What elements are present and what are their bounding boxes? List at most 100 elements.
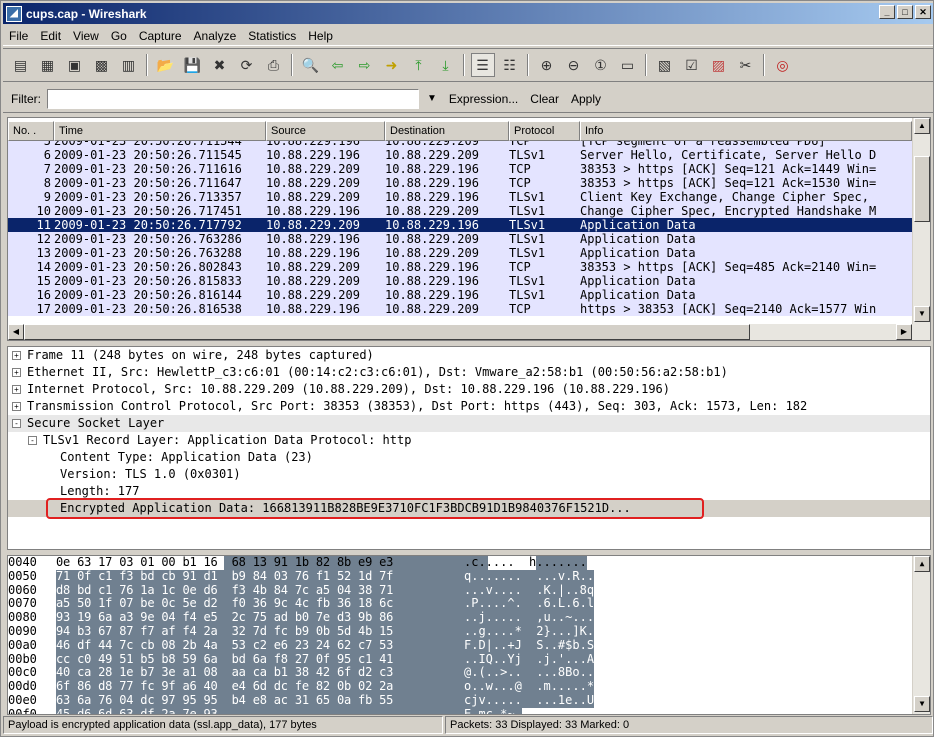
scroll-down-icon[interactable]: ▼: [914, 696, 930, 712]
detail-row[interactable]: - TLSv1 Record Layer: Application Data Pr…: [8, 432, 930, 449]
start-capture-icon[interactable]: ▣: [63, 53, 87, 77]
minimize-button[interactable]: _: [879, 5, 895, 19]
clear-button[interactable]: Clear: [530, 92, 559, 106]
hex-ascii[interactable]: ...v.... .K.|..8q: [464, 583, 595, 598]
column-source[interactable]: Source: [266, 121, 385, 141]
auto-scroll-icon[interactable]: ☷: [498, 53, 522, 77]
hex-bytes[interactable]: 45 d6 6d 63 df 2a 7e 93: [56, 707, 488, 714]
packet-row[interactable]: 15 2009-01-23 20:50:26.815833 10.88.229.20…: [8, 274, 912, 288]
scroll-up-icon[interactable]: ▲: [914, 118, 930, 134]
zoom-out-icon[interactable]: ⊖: [562, 53, 586, 77]
filter-input[interactable]: [47, 88, 419, 109]
go-to-packet-icon[interactable]: ➜: [380, 53, 404, 77]
packet-row[interactable]: 11 2009-01-23 20:50:26.717792 10.88.229.20…: [8, 218, 912, 232]
packet-row[interactable]: 10 2009-01-23 20:50:26.717451 10.88.229.19…: [8, 204, 912, 218]
detail-row[interactable]: + Transmission Control Protocol, Src Port…: [8, 398, 930, 415]
restart-capture-icon[interactable]: ▥: [117, 53, 141, 77]
close-button[interactable]: ✕: [915, 5, 931, 19]
bytes-vscroll[interactable]: ▲ ▼: [912, 556, 930, 714]
apply-button[interactable]: Apply: [571, 92, 601, 106]
hex-ascii[interactable]: ..g....* 2}...]K.: [464, 624, 595, 639]
colorize-icon[interactable]: ☰: [470, 53, 495, 77]
hex-bytes[interactable]: 71 0f c1 f3 bd cb 91 d1 b9 84 03 76 f1 5…: [56, 569, 488, 584]
resize-columns-icon[interactable]: ▭: [616, 53, 640, 77]
scroll-up-icon[interactable]: ▲: [914, 556, 930, 572]
zoom-in-icon[interactable]: ⊕: [535, 53, 559, 77]
hex-ascii[interactable]: @.(..>.. ...8Bo..: [464, 666, 595, 681]
detail-row[interactable]: Version: TLS 1.0 (0x0301): [8, 466, 930, 483]
print-icon[interactable]: ⎙: [262, 53, 286, 77]
detail-row[interactable]: - Secure Socket Layer: [8, 415, 930, 432]
packet-row[interactable]: 9 2009-01-23 20:50:26.713357 10.88.229.209…: [8, 190, 912, 204]
interfaces-icon[interactable]: ▤: [9, 53, 33, 77]
hscroll-thumb[interactable]: [24, 324, 750, 340]
expand-icon[interactable]: +: [12, 385, 21, 394]
filter-dropdown-icon[interactable]: ▼: [427, 93, 437, 104]
menu-analyze[interactable]: Analyze: [188, 29, 243, 43]
hex-ascii[interactable]: q....... ...v.R..: [464, 569, 595, 584]
hex-ascii[interactable]: E.mc.*~.: [464, 707, 522, 714]
go-forward-icon[interactable]: ⇨: [353, 53, 377, 77]
hex-bytes[interactable]: 93 19 6a a3 9e 04 f4 e5 2c 75 ad b0 7e d…: [56, 610, 488, 625]
hex-bytes[interactable]: 63 6a 76 04 dc 97 95 95 b4 e8 ac 31 65 0…: [56, 693, 488, 708]
packet-row[interactable]: 13 2009-01-23 20:50:26.763288 10.88.229.19…: [8, 246, 912, 260]
hex-ascii[interactable]: .P....^. .6.L.6.l: [464, 597, 595, 612]
column-destination[interactable]: Destination: [385, 121, 509, 141]
menu-go[interactable]: Go: [105, 29, 133, 43]
column-protocol[interactable]: Protocol: [509, 121, 580, 141]
hex-ascii[interactable]: o..w...@ .m.....*: [464, 679, 595, 694]
scroll-left-icon[interactable]: ◀: [8, 324, 24, 340]
column-time[interactable]: Time: [54, 121, 266, 141]
packet-row[interactable]: 7 2009-01-23 20:50:26.711616 10.88.229.209…: [8, 162, 912, 176]
hex-ascii[interactable]: .c..... h.......: [464, 556, 587, 570]
detail-row[interactable]: Content Type: Application Data (23): [8, 449, 930, 466]
expand-icon[interactable]: +: [12, 402, 21, 411]
find-packet-icon[interactable]: 🔍: [299, 53, 323, 77]
packet-row[interactable]: 12 2009-01-23 20:50:26.763286 10.88.229.19…: [8, 232, 912, 246]
zoom-normal-icon[interactable]: ①: [589, 53, 613, 77]
detail-row[interactable]: + Ethernet II, Src: HewlettP_c3:c6:01 (00…: [8, 364, 930, 381]
expand-icon[interactable]: +: [12, 351, 21, 360]
packet-row[interactable]: 17 2009-01-23 20:50:26.816538 10.88.229.19…: [8, 302, 912, 316]
hex-bytes[interactable]: 94 b3 67 87 f7 af f4 2a 32 7d fc b9 0b 5…: [56, 624, 488, 639]
menu-view[interactable]: View: [67, 29, 105, 43]
go-back-icon[interactable]: ⇦: [326, 53, 350, 77]
coloring-rules-icon[interactable]: ▨: [707, 53, 731, 77]
open-icon[interactable]: 📂: [154, 53, 178, 77]
scroll-thumb[interactable]: [914, 156, 930, 222]
menu-edit[interactable]: Edit: [34, 29, 67, 43]
hex-bytes[interactable]: 46 df 44 7c cb 08 2b 4a 53 c2 e6 23 24 6…: [56, 638, 488, 653]
collapse-icon[interactable]: -: [12, 419, 21, 428]
scroll-down-icon[interactable]: ▼: [914, 306, 930, 322]
menu-file[interactable]: File: [3, 29, 34, 43]
maximize-button[interactable]: □: [897, 5, 913, 19]
packet-list-hscroll[interactable]: ◀ ▶: [8, 324, 930, 340]
packet-row[interactable]: 6 2009-01-23 20:50:26.711545 10.88.229.196…: [8, 148, 912, 162]
detail-row[interactable]: + Internet Protocol, Src: 10.88.229.209 (…: [8, 381, 930, 398]
hex-bytes[interactable]: 6f 86 d8 77 fc 9f a6 40 e4 6d dc fe 82 0…: [56, 679, 488, 694]
hex-bytes[interactable]: a5 50 1f 07 be 0c 5e d2 f0 36 9c 4c fb 3…: [56, 597, 488, 612]
scroll-right-icon[interactable]: ▶: [896, 324, 912, 340]
packet-list-vscroll[interactable]: ▲ ▼: [912, 118, 930, 324]
go-last-icon[interactable]: ⤓: [434, 53, 458, 77]
capture-filters-icon[interactable]: ▧: [653, 53, 677, 77]
hex-ascii[interactable]: F.D|..+J S..#$b.S: [464, 638, 595, 653]
hex-bytes[interactable]: 0e 63 17 03 01 00 b1 16 68 13 91 1b 82 8…: [56, 556, 488, 570]
hex-ascii[interactable]: cjv..... ...1e..U: [464, 693, 595, 708]
hex-bytes[interactable]: cc c0 49 51 b5 b8 59 6a bd 6a f8 27 0f 9…: [56, 652, 488, 667]
detail-row[interactable]: + Frame 11 (248 bytes on wire, 248 bytes …: [8, 347, 930, 364]
preferences-icon[interactable]: ✂: [734, 53, 758, 77]
hex-ascii[interactable]: ..j..... ,u..~...: [464, 610, 595, 625]
column-no[interactable]: No. .: [8, 121, 54, 141]
column-info[interactable]: Info: [580, 121, 912, 141]
menu-statistics[interactable]: Statistics: [242, 29, 302, 43]
expression-button[interactable]: Expression...: [449, 92, 518, 106]
collapse-icon[interactable]: -: [28, 436, 37, 445]
menu-help[interactable]: Help: [302, 29, 339, 43]
stop-capture-icon[interactable]: ▩: [90, 53, 114, 77]
help-icon[interactable]: ◎: [771, 53, 795, 77]
packet-row[interactable]: 16 2009-01-23 20:50:26.816144 10.88.229.20…: [8, 288, 912, 302]
packet-row[interactable]: 8 2009-01-23 20:50:26.711647 10.88.229.209…: [8, 176, 912, 190]
hex-ascii[interactable]: ..IQ..Yj .j.'...A: [464, 652, 595, 667]
reload-icon[interactable]: ⟳: [235, 53, 259, 77]
